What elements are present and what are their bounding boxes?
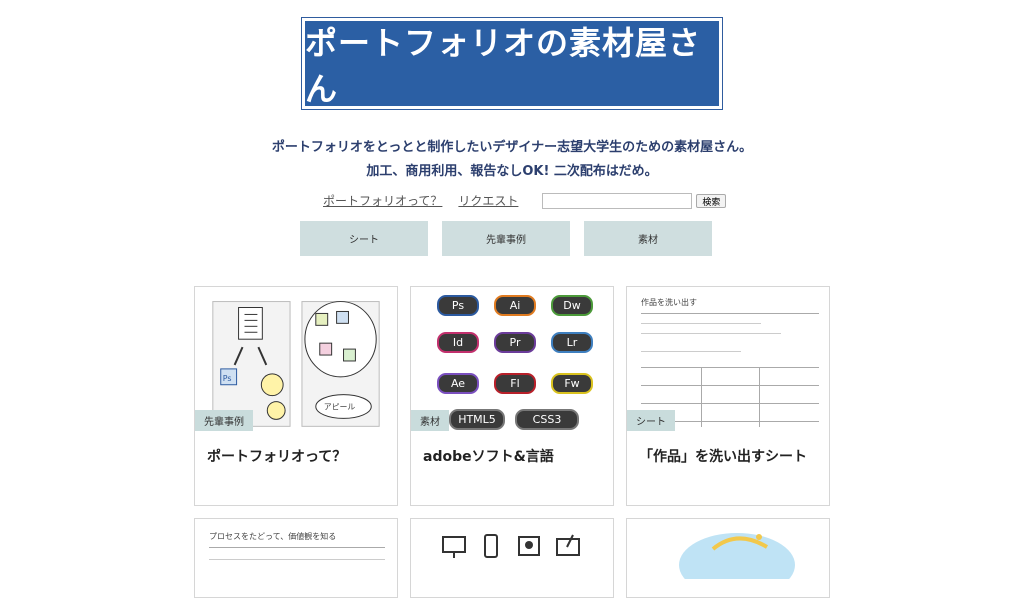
sheet-rule <box>641 313 819 314</box>
card-title: 「作品」を洗い出すシート <box>639 449 807 465</box>
badge-fl: Fl <box>494 373 536 394</box>
card-adobe-software[interactable]: Ps Ai Dw Id Pr Lr Ae Fl Fw HTML5 CSS3 素材… <box>410 286 614 506</box>
badge-pr: Pr <box>494 332 536 353</box>
badge-css3: CSS3 <box>515 409 579 430</box>
badge-ps: Ps <box>437 295 479 316</box>
card-thumbnail-illustration: Ps アピール <box>212 301 380 427</box>
sheet-column <box>759 367 760 427</box>
device-icons <box>442 534 580 558</box>
badge-html5: HTML5 <box>449 409 505 430</box>
sheet-rule <box>641 323 761 324</box>
card-illustration[interactable] <box>626 518 830 598</box>
card-thumbnail-badges: Ps Ai Dw Id Pr Lr Ae Fl Fw HTML5 CSS3 <box>411 287 613 430</box>
search-input[interactable] <box>542 192 693 209</box>
sheet-rule <box>209 547 385 548</box>
site-logo-text: ポートフォリオの素材屋さん <box>305 21 719 108</box>
card-portfolio-about[interactable]: Ps アピール 先輩事例 ポートフォリオって？ <box>194 286 398 506</box>
nav-link-request[interactable]: リクエスト <box>458 192 518 209</box>
sheet-column <box>701 367 702 427</box>
monitor-icon <box>442 536 466 558</box>
site-logo[interactable]: ポートフォリオの素材屋さん <box>301 17 723 110</box>
top-nav: ポートフォリオって？ リクエスト 検索 <box>323 192 727 209</box>
card-process[interactable]: プロセスをたどって、価値観を知る <box>194 518 398 598</box>
badge-ai: Ai <box>494 295 536 316</box>
card-device-icons[interactable] <box>410 518 614 598</box>
sheet-table-row <box>641 385 819 386</box>
nav-link-about-portfolio[interactable]: ポートフォリオって？ <box>323 192 442 209</box>
tagline-line-2: 加工、商用利用、報告なしOK! 二次配布はだめ。 <box>366 164 658 179</box>
card-tag: シート <box>627 410 675 431</box>
sheet-heading: 作品を洗い出す <box>641 298 697 307</box>
card-title: ポートフォリオって？ <box>207 449 347 465</box>
tablet-pen-icon <box>556 534 580 556</box>
card-tag: 素材 <box>411 410 449 431</box>
search-button[interactable]: 検索 <box>696 193 727 208</box>
category-button-materials[interactable]: 素材 <box>584 221 712 256</box>
card-work-sheet[interactable]: 作品を洗い出す シート 「作品」を洗い出すシート <box>626 286 830 506</box>
category-button-sheet[interactable]: シート <box>300 221 428 256</box>
card-tag: 先輩事例 <box>195 410 253 431</box>
svg-text:Ps: Ps <box>223 374 232 383</box>
sheet-table-row <box>641 403 819 404</box>
tagline-line-1: ポートフォリオをとっとと制作したいデザイナー志望大学生のための素材屋さん。 <box>271 140 753 155</box>
badge-lr: Lr <box>551 332 593 353</box>
sheet-rule <box>209 559 385 560</box>
sheet-rule <box>641 333 781 334</box>
card-title: adobeソフト&言語 <box>423 449 554 465</box>
smartphone-icon <box>484 534 498 558</box>
category-button-examples[interactable]: 先輩事例 <box>442 221 570 256</box>
sheet-rule <box>641 351 741 352</box>
image-icon <box>518 536 540 556</box>
card-thumb-label: アピール <box>324 402 356 411</box>
card-illustration-art <box>679 533 795 579</box>
badge-id: Id <box>437 332 479 353</box>
badge-ae: Ae <box>437 373 479 394</box>
card-sheet-heading: プロセスをたどって、価値観を知る <box>209 532 337 541</box>
badge-fw: Fw <box>551 373 593 394</box>
sheet-table-top <box>641 367 819 368</box>
card-thumbnail-sheet: 作品を洗い出す <box>627 287 829 430</box>
badge-dw: Dw <box>551 295 593 316</box>
